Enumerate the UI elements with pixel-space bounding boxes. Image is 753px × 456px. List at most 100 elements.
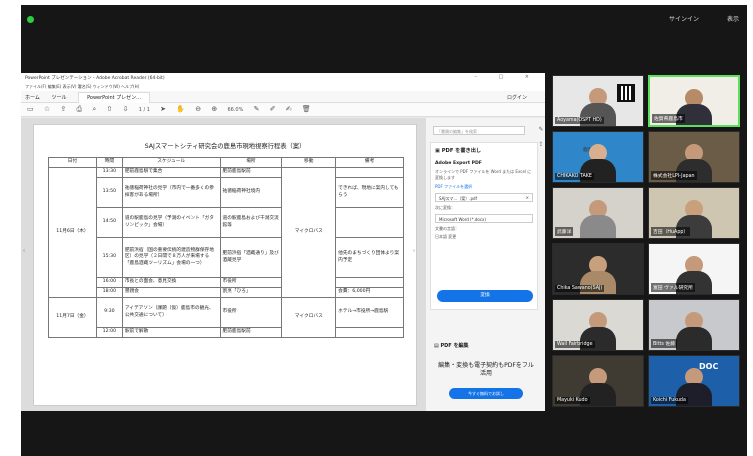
selected-file-name: SAJスマ...（案）.pdf bbox=[439, 196, 477, 202]
time-cell: 13:30 bbox=[95, 167, 123, 178]
place-cell: 道の駅鹿島および干潟交流館等 bbox=[219, 207, 283, 238]
save-icon[interactable]: ▭ bbox=[27, 105, 34, 113]
select-file-link[interactable]: PDF ファイルを選択 bbox=[435, 184, 533, 190]
participant-tile[interactable]: Mayuki Kudo bbox=[552, 355, 644, 407]
menu-bar[interactable]: ファイル(F) 編集(E) 表示(V) 署名(S) ウィンドウ(W) ヘルプ(H… bbox=[21, 83, 545, 91]
edit-pdf-tool[interactable]: ▤ PDF を編集 bbox=[434, 342, 468, 349]
tab-document[interactable]: PowerPoint プレゼン... bbox=[78, 92, 150, 103]
print-icon[interactable]: ⎙ bbox=[76, 105, 82, 113]
free-trial-button[interactable]: 今すぐ無料でお試し bbox=[449, 388, 523, 399]
participant-tile[interactable]: 富田 ヴァル研究所 bbox=[648, 243, 740, 295]
transport-cell: マイクロバス bbox=[281, 297, 337, 338]
place-cell: 市役所 bbox=[219, 297, 283, 328]
promo-text: 編集・変換も電子契約もPDFをフル活用 bbox=[438, 362, 534, 378]
schedule-cell: 肥前浜宿（国の重要伝統的建造物群保存地区）の見学（２日間で８万人が来場する「鹿島… bbox=[121, 237, 221, 278]
time-cell: 12:00 bbox=[95, 327, 123, 338]
time-cell: 13:50 bbox=[95, 177, 123, 208]
note-cell bbox=[335, 327, 404, 338]
participant-body bbox=[676, 327, 712, 350]
tab-tools[interactable]: ツール bbox=[51, 95, 66, 101]
delete-icon[interactable]: 🗑 bbox=[302, 105, 311, 113]
acrobat-toolbar: ▭ ☆ ⇪ ⎙ ⌕ ⇧ ⇩ 1 / 1 ➤ ✋ ⊖ ⊕ 66.0% ✎ ✐ ✍ … bbox=[21, 103, 545, 117]
pdf-page: SAJスマートシティ研究会の鹿島市現地視察行程表（案） 日付 時間 スケジュール… bbox=[33, 124, 417, 406]
export-pdf-heading[interactable]: ▣ PDF を書き出し bbox=[435, 147, 533, 154]
window-title: PowerPoint プレゼンテーション - Adobe Acrobat Rea… bbox=[25, 76, 165, 81]
highlight-icon[interactable]: ✐ bbox=[270, 105, 276, 113]
upload-icon[interactable]: ⇪ bbox=[60, 105, 66, 113]
document-language-value[interactable]: 日本語 変更 bbox=[435, 234, 533, 240]
participant-tile-active-speaker[interactable]: 佐賀県鹿島市 bbox=[648, 75, 740, 127]
participant-tile[interactable]: Aoyama(OSPT HD) bbox=[552, 75, 644, 127]
tool-search-input[interactable]: 「書類の編集」を検索 bbox=[433, 126, 525, 135]
note-cell: 他先のまちづくり団体より案内予定 bbox=[335, 237, 404, 278]
window-controls[interactable]: – □ × bbox=[474, 74, 539, 80]
table-row: 13:50 祐徳稲荷神社の見学（市内で一番多くの参拝客がある場所） 祐徳稲荷神社… bbox=[49, 177, 404, 208]
participant-tile[interactable]: Wall Fairbridge bbox=[552, 299, 644, 351]
encryption-indicator-icon[interactable] bbox=[27, 16, 34, 23]
export-pdf-label: PDF を書き出し bbox=[441, 148, 482, 154]
sign-icon[interactable]: ✍ bbox=[286, 105, 292, 113]
zoom-in-icon[interactable]: ⊕ bbox=[211, 105, 217, 113]
zoom-out-icon[interactable]: ⊖ bbox=[195, 105, 201, 113]
close-icon[interactable]: × bbox=[526, 195, 529, 200]
participant-tile[interactable]: 鹿島スマ CHIKAKO TAKE bbox=[552, 131, 644, 183]
tab-home[interactable]: ホーム bbox=[25, 95, 40, 101]
export-product-name: Adobe Export PDF bbox=[435, 161, 482, 166]
schedule-cell: 懇親会 bbox=[121, 287, 221, 298]
table-row: 11月6日（木） 13:30 肥前鹿島駅で集合 肥前鹿島駅前 マイクロバス bbox=[48, 167, 404, 298]
table-row: 16:00 市長との面会、意見交換 市役所 bbox=[49, 277, 404, 288]
page-indicator[interactable]: 1 / 1 bbox=[139, 107, 150, 113]
view-button[interactable]: 表示 bbox=[727, 14, 739, 23]
participant-name: Bitts 佐藤 bbox=[651, 339, 678, 348]
login-button[interactable]: ログイン bbox=[507, 94, 527, 101]
participant-name: Aoyama(OSPT HD) bbox=[555, 117, 604, 124]
place-cell: 肥前鹿島駅前 bbox=[219, 327, 283, 338]
participant-tile[interactable]: Chika Sawano(SAJ) bbox=[552, 243, 644, 295]
hand-icon[interactable]: ✋ bbox=[176, 105, 185, 113]
time-cell: 16:00 bbox=[95, 277, 123, 288]
table-row: 14:50 道の駅鹿島の見学（予測のイベント「ガタリンピック」会場） 道の駅鹿島… bbox=[49, 207, 404, 238]
time-cell: 9:30 bbox=[95, 297, 123, 328]
zoom-level[interactable]: 66.0% bbox=[227, 107, 243, 113]
convert-button[interactable]: 変換 bbox=[437, 290, 533, 302]
column-header: スケジュール bbox=[121, 157, 221, 168]
acrobat-title-bar: PowerPoint プレゼンテーション - Adobe Acrobat Rea… bbox=[21, 73, 545, 83]
convert-to-label: 次に変換： bbox=[435, 205, 455, 211]
place-cell: 割烹「ひろ」 bbox=[219, 287, 283, 298]
column-header: 備考 bbox=[335, 157, 404, 168]
format-select[interactable]: Microsoft Word (*.docx) bbox=[435, 213, 533, 223]
table-row: 15:30 肥前浜宿（国の重要伝統的建造物群保存地区）の見学（２日間で８万人が来… bbox=[49, 237, 404, 278]
qr-code bbox=[617, 84, 635, 102]
comment-icon[interactable]: ✎ bbox=[254, 105, 260, 113]
participant-tile[interactable]: 吉田（HuApp） bbox=[648, 187, 740, 239]
time-cell: 14:50 bbox=[95, 207, 123, 238]
document-viewport[interactable]: ‹ SAJスマートシティ研究会の鹿島市現地視察行程表（案） 日付 時間 スケジュ… bbox=[21, 118, 425, 411]
participant-name: Mayuki Kudo bbox=[555, 397, 590, 404]
participant-tile[interactable]: 武藤洋 bbox=[552, 187, 644, 239]
participant-tile[interactable]: 株式会社LPI-Japan bbox=[648, 131, 740, 183]
background-sign: DOC bbox=[699, 362, 719, 371]
participant-name: Koichi Fukuda bbox=[651, 397, 688, 404]
time-cell: 18:00 bbox=[95, 287, 123, 298]
next-page-icon[interactable]: ⇩ bbox=[123, 105, 129, 113]
participant-tile[interactable]: Bitts 佐藤 bbox=[648, 299, 740, 351]
time-cell: 15:30 bbox=[95, 237, 123, 278]
schedule-cell: 市長との面会、意見交換 bbox=[121, 277, 221, 288]
scroll-left-icon[interactable]: ‹ bbox=[23, 248, 25, 254]
selected-file-field[interactable]: SAJスマ...（案）.pdf × bbox=[435, 193, 533, 203]
sign-in-button[interactable]: サインイン bbox=[669, 14, 699, 23]
export-pdf-card: ▣ PDF を書き出し Adobe Export PDF オンラインで PDF … bbox=[430, 142, 538, 310]
zoom-search-icon[interactable]: ⌕ bbox=[92, 105, 96, 113]
note-cell bbox=[335, 277, 404, 288]
note-cell bbox=[335, 167, 404, 178]
share-tool-icon[interactable]: ⇪ bbox=[536, 137, 545, 152]
pointer-icon[interactable]: ➤ bbox=[160, 105, 166, 113]
bookmark-star-icon[interactable]: ☆ bbox=[44, 105, 50, 113]
prev-page-icon[interactable]: ⇧ bbox=[106, 105, 112, 113]
date-cell: 11月6日（木） bbox=[48, 167, 97, 298]
schedule-cell: 祐徳稲荷神社の見学（市内で一番多くの参拝客がある場所） bbox=[121, 177, 221, 208]
comment-tool-icon[interactable]: ✎ bbox=[536, 122, 545, 137]
scroll-right-icon[interactable]: › bbox=[413, 248, 415, 254]
edit-pdf-label: PDF を編集 bbox=[440, 343, 469, 349]
participant-tile[interactable]: DOC Koichi Fukuda bbox=[648, 355, 740, 407]
